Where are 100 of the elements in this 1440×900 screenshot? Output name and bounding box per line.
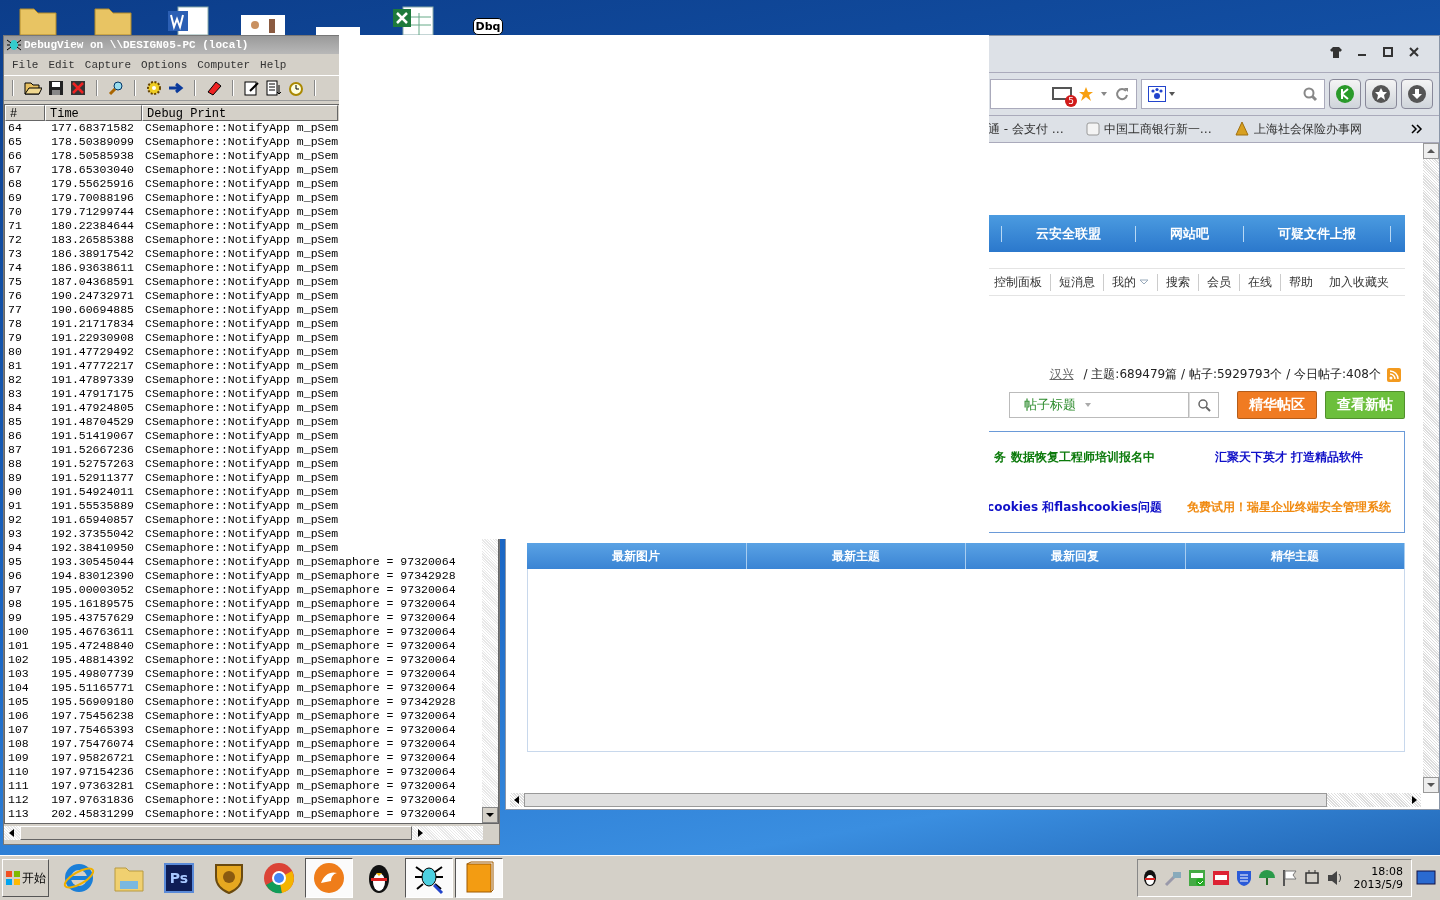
scroll-up-icon[interactable] <box>1423 143 1439 159</box>
menu-item[interactable]: File <box>12 59 39 71</box>
nav-link[interactable]: 网站吧 <box>1136 224 1243 243</box>
search-field[interactable] <box>1141 79 1325 109</box>
arrow-icon[interactable] <box>168 80 184 96</box>
menu-item[interactable]: Options <box>141 59 188 71</box>
spreadsheet-icon[interactable] <box>391 5 435 35</box>
sub-nav-link[interactable]: 帮助 <box>1281 273 1321 291</box>
table-cell-text: 67 <box>7 163 23 177</box>
caret-icon[interactable] <box>1168 90 1176 98</box>
bookmark-link[interactable]: 中国工商银行新一… <box>1085 120 1212 138</box>
sub-nav-link[interactable]: 搜索 <box>1158 273 1199 291</box>
delete-icon[interactable] <box>70 80 86 96</box>
clock-date[interactable]: 2013/5/9 <box>1353 878 1403 891</box>
table-cell-text: 78 <box>7 317 23 331</box>
chevron-icon[interactable] <box>1411 124 1423 134</box>
shirt-icon[interactable] <box>1329 46 1343 58</box>
menu-item[interactable]: Help <box>260 59 287 71</box>
promo-link[interactable]: cookies 和flashcookies问题 <box>987 498 1162 516</box>
nav-link[interactable]: 云安全联盟 <box>1002 224 1135 243</box>
table-cell-text: CSemaphore::NotifyApp m_pSem <box>144 135 340 149</box>
table-cell-text: CSemaphore::NotifyApp m_pSem <box>144 261 340 275</box>
horizontal-scrollbar[interactable] <box>510 793 1421 807</box>
refresh-icon[interactable] <box>1114 86 1130 102</box>
horizontal-scrollbar[interactable] <box>4 826 483 840</box>
vertical-scrollbar[interactable] <box>1423 143 1439 793</box>
shield-icon[interactable] <box>1235 869 1252 887</box>
search-button[interactable] <box>1189 392 1219 418</box>
promo-link[interactable]: 汇聚天下英才 打造精品软件 <box>1181 448 1397 466</box>
table-cell-text: 191.52757263 <box>50 457 135 471</box>
table-cell-text: 197.75465393 <box>50 723 135 737</box>
table-cell-text: CSemaphore::NotifyApp m_pSem <box>144 387 340 401</box>
tray-app-icon[interactable] <box>1211 869 1230 887</box>
flag-icon[interactable] <box>1281 869 1298 887</box>
address-field[interactable]: 5 <box>990 79 1137 109</box>
clock-icon[interactable] <box>288 80 304 96</box>
circle-logo-icon <box>262 861 296 895</box>
menu-item[interactable]: Edit <box>48 59 75 71</box>
eraser-icon[interactable] <box>206 80 222 96</box>
menu-item[interactable]: Capture <box>84 59 132 71</box>
table-cell-text: 65 <box>7 135 23 149</box>
bookmark-link[interactable]: 上海社会保险办事网 <box>1233 120 1362 138</box>
scroll-down-icon[interactable] <box>1423 777 1439 793</box>
promo-link[interactable]: 务 数据恢复工程师培训报名中 <box>987 448 1162 466</box>
clock-time[interactable]: 18:08 <box>1371 865 1403 878</box>
table-cell-text: 73 <box>7 247 23 261</box>
document-icon[interactable] <box>166 5 210 35</box>
scroll-down-icon[interactable] <box>482 807 498 823</box>
table-cell-text: 101 <box>7 639 30 653</box>
table-cell-text: CSemaphore::NotifyApp m_pSemaphore = 97320064 <box>144 611 457 625</box>
user-link[interactable]: 汉兴 <box>1049 366 1074 383</box>
table-cell-text: 197.75456238 <box>50 709 135 723</box>
favorites-button[interactable] <box>1365 79 1397 109</box>
taskbar-app-button[interactable] <box>405 858 453 898</box>
start-button[interactable]: 开始 <box>2 859 49 897</box>
app-icon-label[interactable]: Dbq <box>472 18 504 35</box>
paw-icon[interactable] <box>1148 86 1166 102</box>
table-cell-text: CSemaphore::NotifyApp m_pSem <box>144 359 340 373</box>
window-title: DebugView on \\DESIGN05-PC (local) <box>24 39 249 51</box>
search-icon[interactable] <box>108 80 124 96</box>
column-header[interactable]: # <box>5 105 45 121</box>
table-cell-text: CSemaphore::NotifyApp m_pSem <box>144 527 340 541</box>
taskbar-app-button[interactable] <box>455 858 503 898</box>
picture-icon[interactable] <box>241 15 285 35</box>
edit-icon[interactable] <box>244 80 260 96</box>
search-scope-field[interactable]: 帖子标题 <box>1009 392 1189 418</box>
sub-nav-link[interactable]: 会员 <box>1199 273 1240 291</box>
table-cell-text: 86 <box>7 429 23 443</box>
drive-check-icon[interactable] <box>1187 869 1206 887</box>
extension-button[interactable] <box>1329 79 1361 109</box>
column-header[interactable]: Time <box>45 105 142 121</box>
show-desktop-icon[interactable] <box>1416 868 1436 888</box>
save-icon[interactable] <box>48 80 64 96</box>
open-folder-icon[interactable] <box>24 80 42 96</box>
volume-icon[interactable] <box>1325 869 1344 887</box>
sub-nav-link[interactable]: 我的 <box>1104 273 1158 291</box>
penguin-icon[interactable] <box>1141 869 1158 887</box>
close-icon[interactable] <box>1407 46 1421 58</box>
list-icon[interactable] <box>266 80 282 96</box>
taskbar-app-button[interactable] <box>305 858 353 898</box>
table-cell-text: 81 <box>7 359 23 373</box>
caret-icon[interactable] <box>1100 90 1108 98</box>
table-cell-text: CSemaphore::NotifyApp m_pSemaphore = 97320064 <box>144 625 457 639</box>
gear-icon[interactable] <box>146 80 162 96</box>
table-cell-text: CSemaphore::NotifyApp m_pSem <box>144 121 340 135</box>
star-icon[interactable] <box>1078 86 1094 102</box>
sub-nav-link[interactable]: 在线 <box>1240 273 1281 291</box>
sub-nav-link[interactable]: 加入收藏夹 <box>1321 273 1397 291</box>
nav-link[interactable]: 可疑文件上报 <box>1244 224 1390 243</box>
umbrella-icon[interactable] <box>1257 869 1276 887</box>
maximize-icon[interactable] <box>1381 46 1395 58</box>
network-cable-icon[interactable] <box>1303 869 1320 887</box>
table-cell-text: CSemaphore::NotifyApp m_pSem <box>144 191 340 205</box>
bookmark-link[interactable]: 通 - 会支付 … <box>988 120 1064 138</box>
table-cell-text: 195.46763611 <box>50 625 135 639</box>
table-cell-text: 99 <box>7 611 23 625</box>
sub-nav-link[interactable]: 短消息 <box>1051 273 1104 291</box>
download-button[interactable] <box>1401 79 1433 109</box>
menu-item[interactable]: Computer <box>197 59 251 71</box>
column-header[interactable]: Debug Print <box>142 105 338 121</box>
